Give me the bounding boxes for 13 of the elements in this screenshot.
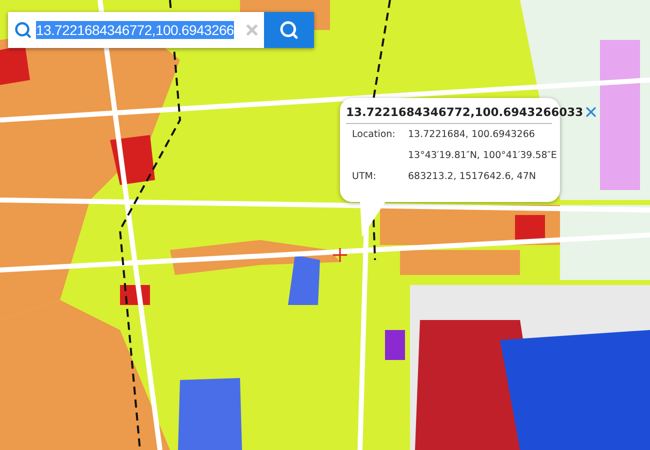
row-value: 13.7221684, 100.6943266 <box>408 129 536 140</box>
search-button[interactable] <box>264 12 314 48</box>
search-icon <box>279 20 299 40</box>
popup-title: 13.7221684346772,100.6943266033 <box>346 105 584 119</box>
coordinate-search-field[interactable]: 13.7221684346772,100.6943266 <box>8 12 240 48</box>
clear-icon <box>244 22 260 38</box>
clear-button[interactable] <box>240 12 264 48</box>
search-icon <box>14 21 32 39</box>
row-value: 683213.2, 1517642.6, 47N <box>408 171 537 182</box>
row-label: UTM: <box>352 171 378 182</box>
row-label: Location: <box>352 129 396 140</box>
row-value: 13°43′19.81″N, 100°41′39.58″E <box>408 150 557 161</box>
search-value-text: 13.7221684346772,100.6943266 <box>36 21 234 39</box>
